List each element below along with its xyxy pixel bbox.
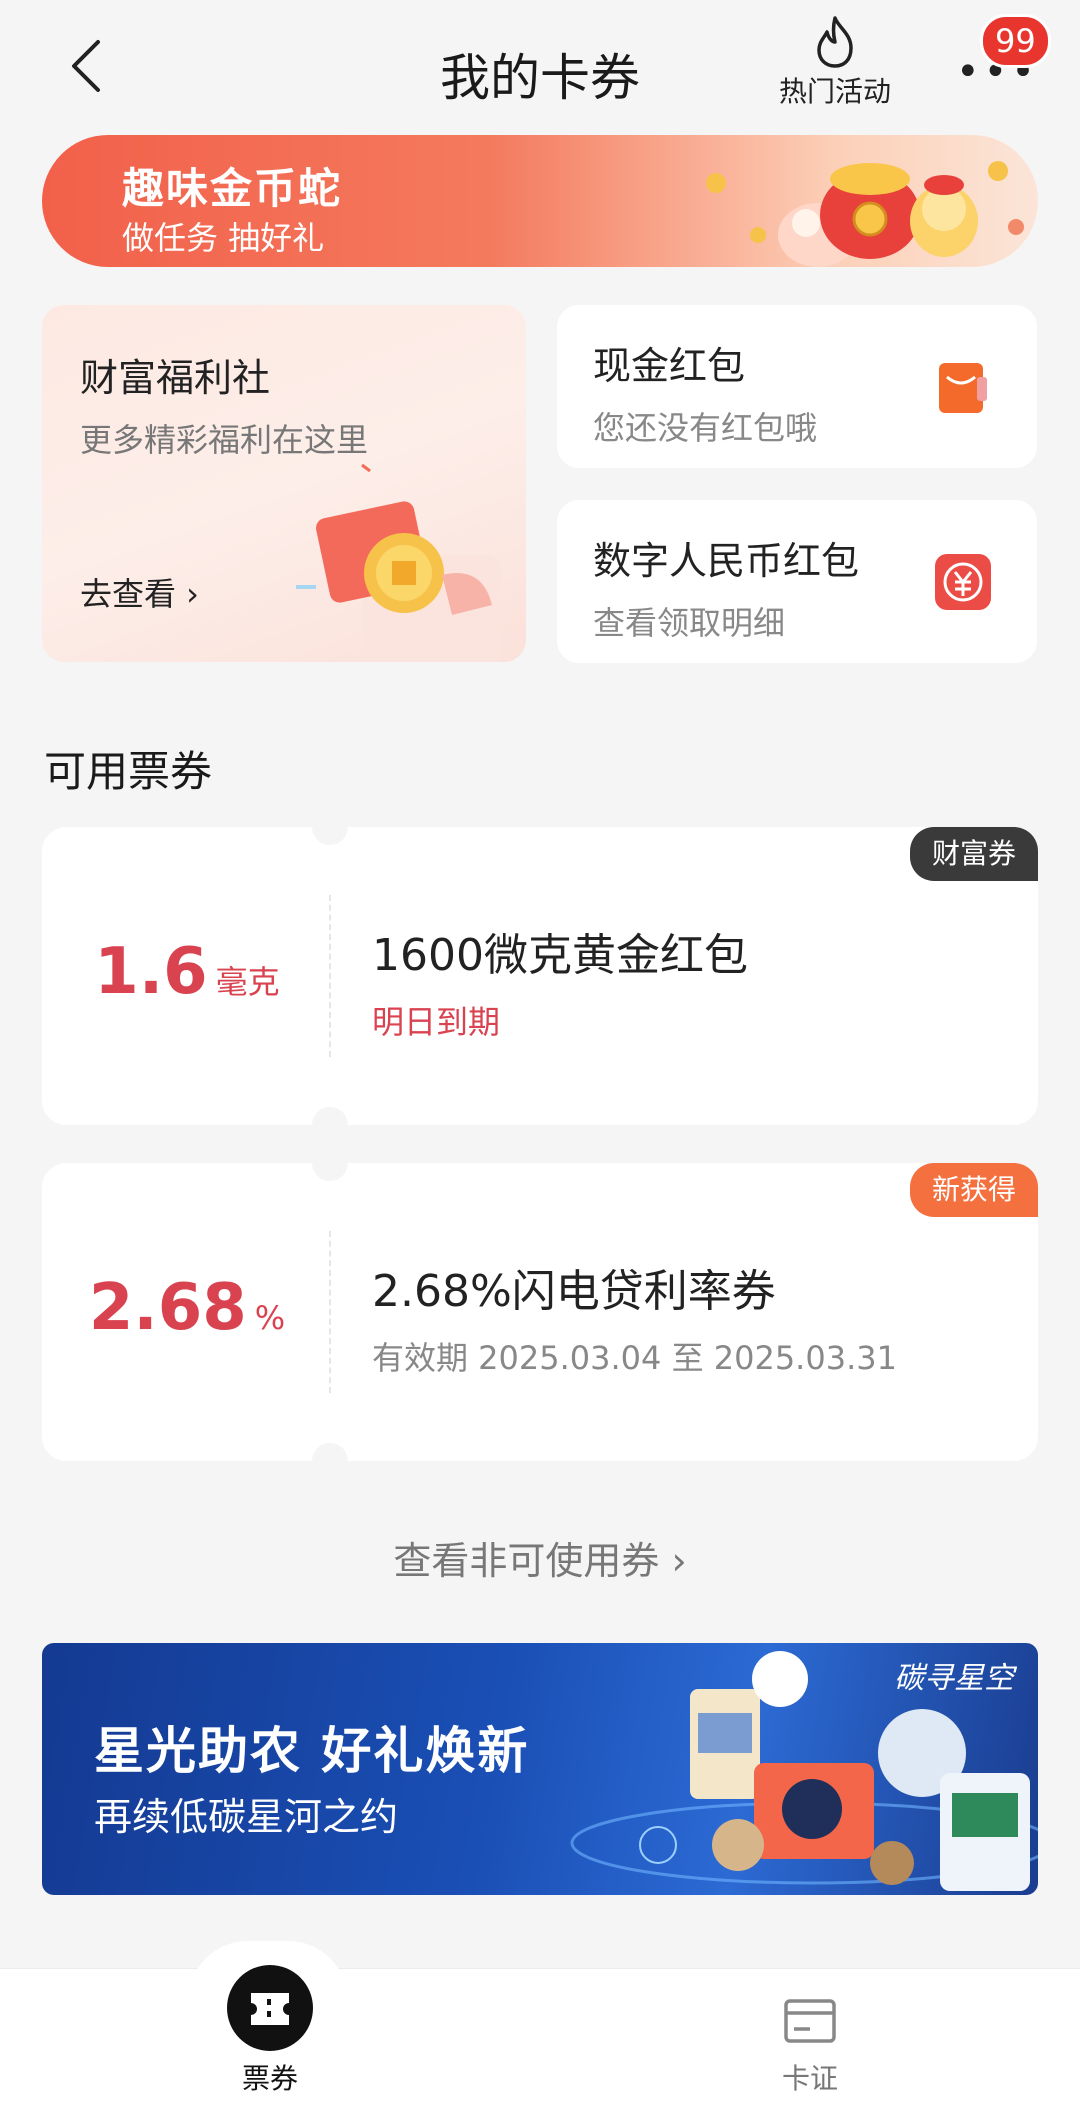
cash-red-packet-title: 现金红包 — [593, 344, 746, 388]
coupon-amount-value: 2.68 — [88, 1271, 247, 1345]
tab-cards[interactable]: 卡证 — [710, 1969, 910, 2097]
star-banner-title: 星光助农 好礼焕新 — [94, 1722, 530, 1780]
welfare-view-link[interactable]: 去查看 › — [80, 569, 199, 615]
coupon-notch — [312, 1163, 348, 1181]
coupon-expiry: 有效期 2025.03.04 至 2025.03.31 — [372, 1339, 897, 1377]
red-packet-icon — [939, 363, 987, 413]
hot-activity-button[interactable]: 热门活动 — [770, 14, 900, 110]
coupon-card[interactable]: 1.6 毫克 1600微克黄金红包 明日到期 财富券 — [42, 827, 1038, 1125]
digital-rmb-title: 数字人民币红包 — [593, 539, 860, 583]
coupon-amount-unit: 毫克 — [215, 963, 280, 1001]
view-unusable-coupons-link[interactable]: 查看非可使用券 › — [0, 1530, 1080, 1585]
tab-cards-label: 卡证 — [781, 2062, 838, 2095]
cash-red-packet-subtitle: 您还没有红包哦 — [593, 409, 818, 447]
tab-tickets[interactable]: 票券 — [170, 1965, 370, 2097]
promo-subtitle: 做任务 抽好礼 — [122, 219, 325, 257]
coupon-name: 1600微克黄金红包 — [372, 930, 748, 981]
ticket-icon — [227, 1965, 313, 2051]
gold-snake-banner[interactable]: 趣味金币蛇 做任务 抽好礼 — [42, 135, 1038, 267]
coupon-amount: 1.6 毫克 — [42, 935, 332, 1009]
coupon-notch — [312, 1443, 348, 1461]
cash-red-packet-card[interactable]: 现金红包 您还没有红包哦 — [557, 305, 1037, 468]
available-coupons-title: 可用票券 — [44, 747, 213, 796]
page-title: 我的卡券 — [440, 49, 640, 107]
coupon-notch — [312, 827, 348, 845]
coupon-amount-value: 1.6 — [94, 935, 208, 1009]
coupon-name: 2.68%闪电贷利率券 — [372, 1266, 776, 1317]
hot-activity-label: 热门活动 — [778, 75, 891, 108]
flame-icon — [817, 16, 853, 68]
digital-rmb-icon — [935, 554, 991, 610]
more-button[interactable]: ••• 99 — [950, 14, 1051, 92]
tab-tickets-label: 票券 — [241, 2062, 298, 2095]
star-banner-subtitle: 再续低碳星河之约 — [94, 1795, 399, 1839]
bottom-navigation: 票券 卡证 — [0, 1941, 1080, 2115]
notification-badge: 99 — [980, 14, 1051, 68]
star-farming-banner[interactable]: 星光助农 好礼焕新 再续低碳星河之约 碳寻星空 — [42, 1643, 1038, 1895]
star-banner-brand: 碳寻星空 — [894, 1661, 1014, 1696]
gold-snake-illustration — [706, 161, 1024, 267]
card-icon — [784, 1999, 836, 2043]
welfare-title: 财富福利社 — [80, 356, 271, 400]
coupon-card[interactable]: 2.68% 2.68%闪电贷利率券 有效期 2025.03.04 至 2025.… — [42, 1163, 1038, 1461]
digital-rmb-subtitle: 查看领取明细 — [593, 604, 786, 642]
promo-title: 趣味金币蛇 — [122, 164, 343, 213]
coupon-amount: 2.68% — [42, 1271, 332, 1345]
coupon-tag: 新获得 — [909, 1163, 1038, 1217]
header: 我的卡券 热门活动 ••• 99 — [0, 0, 1080, 130]
coupon-tag: 财富券 — [909, 827, 1038, 881]
red-envelope-coin-illustration — [296, 463, 502, 662]
coupon-notch — [312, 1107, 348, 1125]
coupon-expiry: 明日到期 — [372, 1003, 501, 1041]
coupon-amount-unit: % — [254, 1299, 286, 1337]
digital-rmb-red-packet-card[interactable]: 数字人民币红包 查看领取明细 — [557, 500, 1037, 663]
wealth-welfare-card[interactable]: 财富福利社 更多精彩福利在这里 去查看 › — [42, 305, 526, 662]
